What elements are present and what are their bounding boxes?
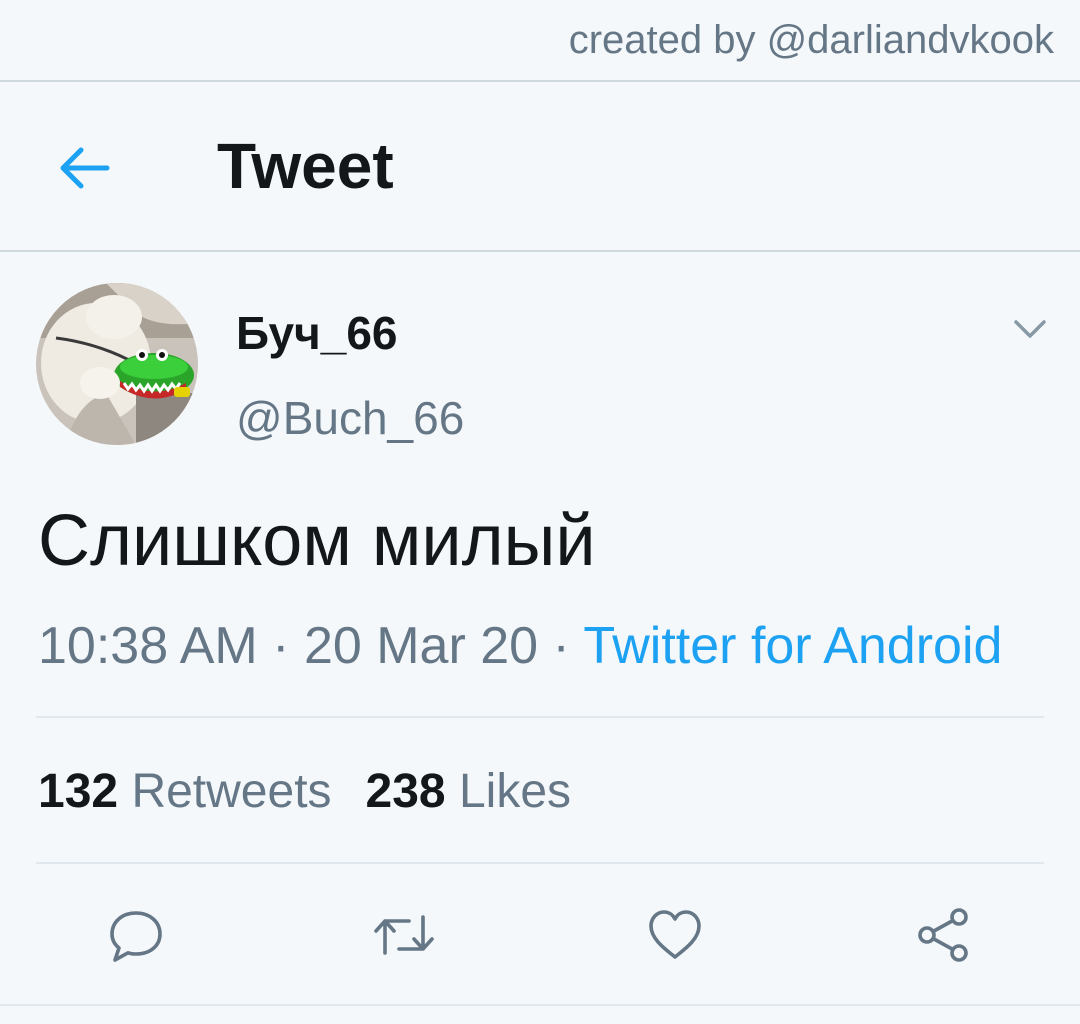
retweets-label: Retweets (131, 765, 332, 818)
top-bar: Tweet (0, 82, 1080, 252)
tweet-meta: 10:38 AM · 20 Mar 20 · Twitter for Andro… (38, 620, 1002, 672)
divider (36, 862, 1044, 864)
tweet-stats: 132 Retweets 238 Likes (38, 768, 571, 816)
meta-separator: · (257, 617, 304, 675)
watermark-bar: created by @darliandvkook (0, 0, 1080, 82)
tweet-menu-button[interactable] (1002, 304, 1058, 354)
tweet-date: 20 Mar 20 (303, 617, 539, 675)
share-icon (918, 908, 968, 962)
user-handle[interactable]: @Buch_66 (236, 395, 464, 441)
retweets-stat[interactable]: 132 Retweets (38, 768, 332, 816)
likes-count: 238 (365, 765, 446, 818)
reply-icon (110, 911, 162, 962)
retweets-count: 132 (38, 765, 119, 818)
watermark-text: created by @darliandvkook (568, 18, 1054, 62)
likes-stat[interactable]: 238 Likes (366, 768, 572, 816)
arrow-left-icon (60, 147, 110, 189)
chevron-down-icon (1014, 320, 1046, 338)
divider (0, 1004, 1080, 1006)
action-bar (0, 880, 1080, 990)
divider (36, 716, 1044, 718)
tweet-source-link[interactable]: Twitter for Android (583, 617, 1002, 675)
reply-button[interactable] (91, 880, 181, 990)
avatar[interactable] (36, 283, 198, 445)
display-name[interactable]: Буч_66 (236, 310, 398, 356)
page-title: Tweet (217, 130, 394, 202)
likes-label: Likes (458, 765, 572, 818)
meta-separator: · (538, 617, 584, 675)
back-button[interactable] (44, 128, 124, 208)
retweet-button[interactable] (359, 880, 449, 990)
like-button[interactable] (630, 880, 720, 990)
avatar-photo (36, 283, 198, 445)
like-icon (649, 910, 701, 959)
share-button[interactable] (899, 880, 989, 990)
tweet-time: 10:38 AM (38, 617, 258, 675)
retweet-icon (374, 915, 434, 955)
tweet-text: Слишком милый (38, 501, 596, 581)
